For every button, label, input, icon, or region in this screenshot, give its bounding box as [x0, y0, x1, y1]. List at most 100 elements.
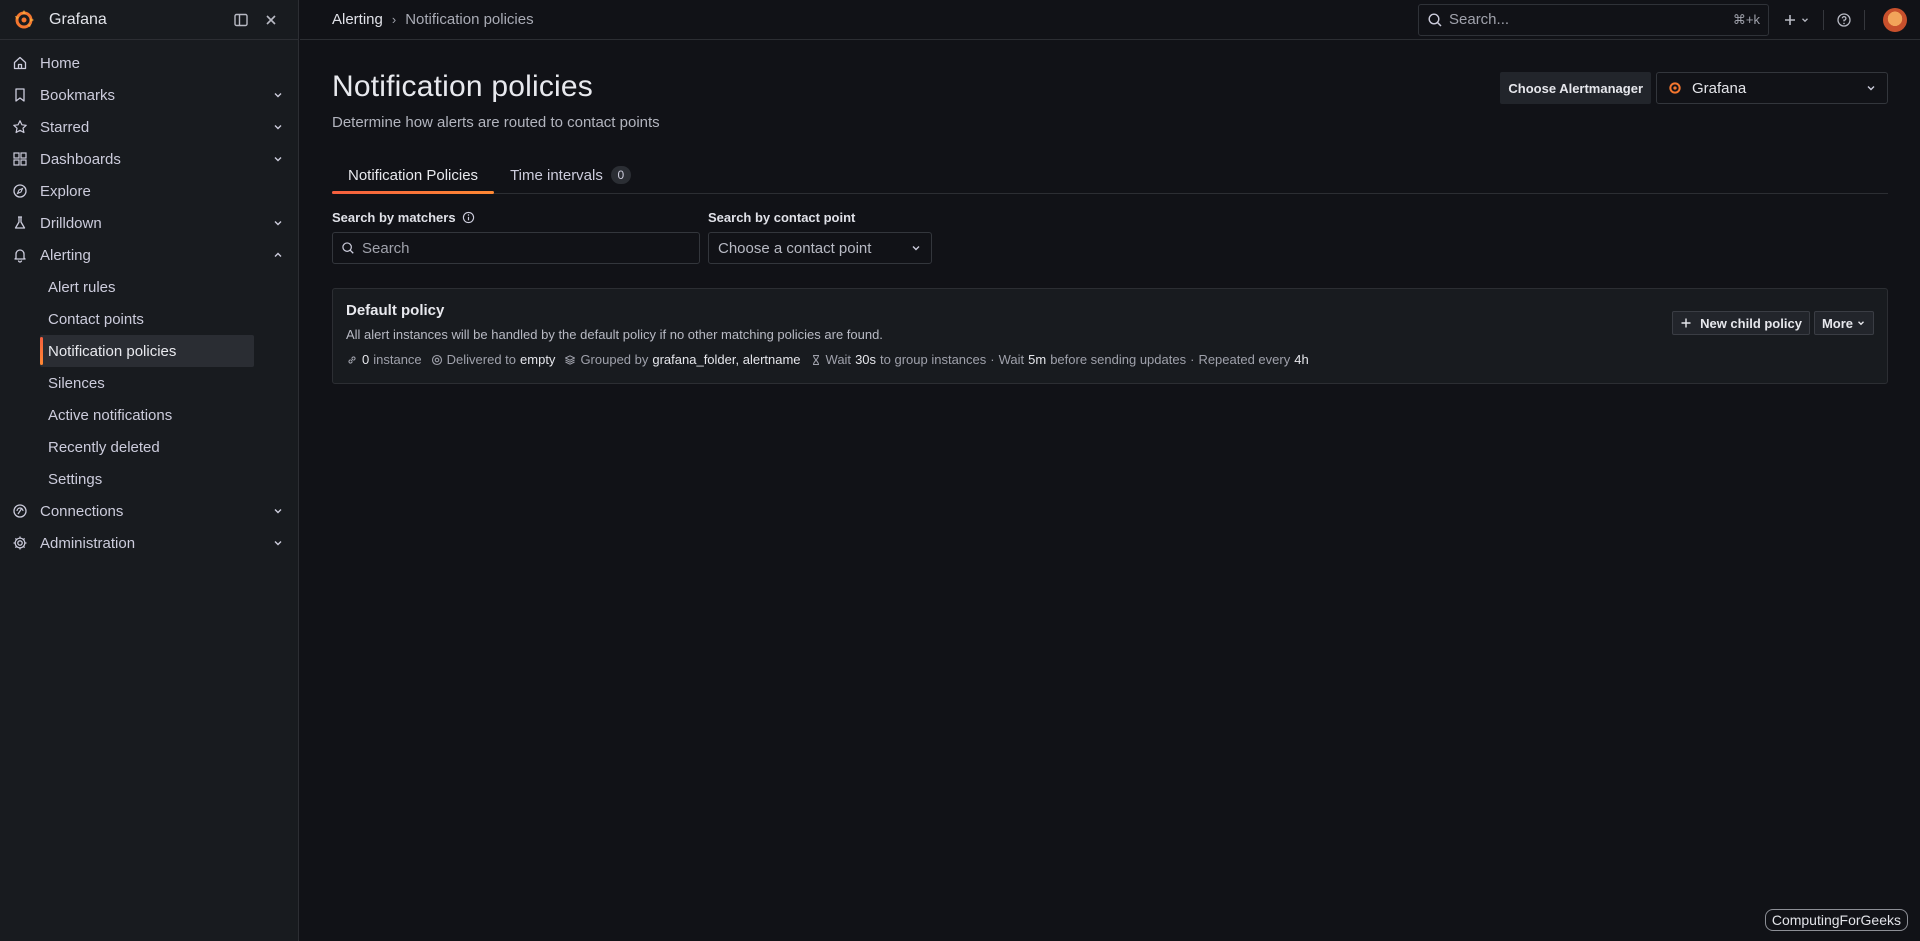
more-actions-button[interactable]: More — [1813, 311, 1874, 335]
breadcrumb: Alerting › Notification policies — [300, 11, 1418, 28]
tab-time-intervals[interactable]: Time intervals 0 — [494, 157, 647, 193]
sidebar-item-administration[interactable]: Administration — [0, 527, 298, 559]
matchers-label-text: Search by matchers — [332, 209, 456, 225]
sidebar-item-active-notifications[interactable]: Active notifications — [0, 399, 298, 431]
default-policy-title: Default policy — [346, 302, 445, 319]
chevron-down-icon[interactable] — [272, 505, 284, 517]
sidebar-item-alerting[interactable]: Alerting — [0, 239, 298, 271]
sidebar-item-home[interactable]: Home — [0, 47, 298, 79]
page-subtitle: Determine how alerts are routed to conta… — [332, 114, 660, 131]
chevron-down-icon[interactable] — [272, 153, 284, 165]
search-placeholder: Search... — [1449, 11, 1510, 28]
top-bar: Alerting › Notification policies Search.… — [300, 0, 1920, 40]
drilldown-icon — [14, 216, 26, 229]
tab-notification-policies[interactable]: Notification Policies — [332, 157, 495, 194]
brand-name[interactable]: Grafana — [49, 11, 225, 29]
layer-group-icon — [565, 354, 576, 365]
alertmanager-picker: Choose Alertmanager Grafana — [1500, 72, 1888, 104]
more-label: More — [1821, 315, 1853, 331]
apps-icon — [13, 152, 27, 166]
sidebar-item-notification-policies[interactable]: Notification policies — [40, 335, 254, 367]
default-policy-actions: New child policy More — [1668, 311, 1874, 335]
matchers-filter: Search by matchers Search — [332, 209, 700, 264]
delivered-value: empty — [520, 352, 556, 367]
tab-label: Time intervals — [510, 166, 603, 184]
sidebar-item-label: Bookmarks — [40, 86, 116, 104]
sidebar-item-bookmarks[interactable]: Bookmarks — [0, 79, 298, 111]
contact-point-placeholder: Choose a contact point — [718, 239, 872, 257]
grafana-logo-icon[interactable] — [12, 8, 36, 32]
group-interval-value: 5m — [1028, 352, 1047, 367]
matchers-filter-label: Search by matchers — [332, 209, 700, 225]
compass-icon — [13, 184, 27, 198]
delivered-label: Delivered to — [446, 352, 517, 367]
sidebar-item-explore[interactable]: Explore — [0, 175, 298, 207]
sidebar-item-label: Alerting — [40, 246, 91, 264]
sidebar-item-alert-rules[interactable]: Alert rules — [0, 271, 298, 303]
chevron-down-icon — [912, 246, 920, 251]
timing-meta: Wait 30s to group instances · Wait 5m be… — [810, 352, 1309, 367]
sidebar-header: Grafana — [0, 0, 298, 40]
separator-dot: · — [990, 352, 995, 367]
sidebar-item-starred[interactable]: Starred — [0, 111, 298, 143]
grouped-label: Grouped by — [580, 352, 649, 367]
chevron-down-icon[interactable] — [272, 121, 284, 133]
repeat-label: Repeated every — [1198, 352, 1291, 367]
link-icon — [348, 355, 356, 364]
contact-point-select[interactable]: Choose a contact point — [708, 232, 932, 264]
wait2-label: Wait — [998, 352, 1025, 367]
star-icon — [13, 120, 27, 134]
watermark: ComputingForGeeks — [1764, 909, 1908, 931]
wait-label: Wait — [825, 352, 852, 367]
sidebar-item-dashboards[interactable]: Dashboards — [0, 143, 298, 175]
search-icon — [342, 242, 354, 254]
plus-icon — [1681, 318, 1691, 328]
chevron-right-icon: › — [391, 12, 397, 27]
sidebar-item-silences[interactable]: Silences — [0, 367, 298, 399]
chevron-down-icon[interactable] — [272, 89, 284, 101]
sidebar-item-drilldown[interactable]: Drilldown — [0, 207, 298, 239]
sidebar-item-label: Explore — [40, 182, 91, 200]
alertmanager-select[interactable]: Grafana — [1656, 72, 1888, 104]
sidebar-item-settings[interactable]: Settings — [0, 463, 298, 495]
delivered-meta: Delivered to empty — [431, 352, 556, 367]
divider — [1823, 9, 1824, 30]
info-circle-icon[interactable] — [462, 211, 475, 224]
chevron-down-icon — [1867, 86, 1875, 91]
sidebar: Grafana Home Bookmarks Starred Dashboard… — [0, 0, 299, 941]
help-button[interactable] — [1832, 4, 1856, 36]
sidebar-item-label: Dashboards — [40, 150, 121, 168]
sidebar-item-contact-points[interactable]: Contact points — [0, 303, 298, 335]
sidebar-item-connections[interactable]: Connections — [0, 495, 298, 527]
filters: Search by matchers Search Search by cont… — [332, 209, 1888, 264]
new-child-policy-button[interactable]: New child policy — [1672, 311, 1810, 335]
chevron-up-icon[interactable] — [272, 249, 284, 261]
breadcrumb-current: Notification policies — [405, 11, 534, 28]
group-wait-value: 30s — [855, 352, 877, 367]
cog-icon — [13, 536, 27, 550]
sidebar-item-recently-deleted[interactable]: Recently deleted — [0, 431, 298, 463]
close-icon[interactable] — [257, 6, 285, 34]
hourglass-icon — [812, 354, 819, 365]
matchers-placeholder: Search — [362, 239, 410, 257]
tab-label: Notification Policies — [348, 166, 479, 184]
instances-count: 0 — [362, 352, 370, 367]
instances-meta[interactable]: 0 instance — [346, 352, 422, 367]
sidebar-item-label: Starred — [40, 118, 90, 136]
chevron-down-icon[interactable] — [272, 537, 284, 549]
bell-icon — [14, 249, 26, 263]
search-icon — [1428, 12, 1442, 27]
breadcrumb-alerting-link[interactable]: Alerting — [332, 11, 383, 28]
global-search-input[interactable]: Search... ⌘+k — [1418, 3, 1769, 36]
matchers-search-input[interactable]: Search — [332, 232, 700, 264]
tab-bar: Notification Policies Time intervals 0 — [332, 157, 1888, 194]
sidebar-item-label: Connections — [40, 502, 124, 520]
dock-menu-icon[interactable] — [227, 6, 255, 34]
sidebar-item-label: Home — [40, 54, 81, 72]
add-new-button[interactable] — [1777, 4, 1815, 36]
instances-label: instance — [373, 352, 422, 367]
new-child-policy-label: New child policy — [1700, 315, 1802, 331]
group-wait-suffix: to group instances — [880, 352, 987, 367]
chevron-down-icon[interactable] — [272, 217, 284, 229]
user-avatar[interactable] — [1883, 7, 1907, 32]
